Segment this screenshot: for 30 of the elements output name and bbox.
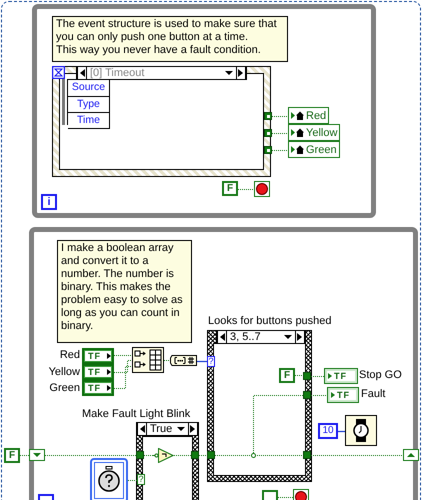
case-structure-label: Looks for buttons pushed	[208, 315, 332, 327]
boolean-indicator: TF	[327, 387, 359, 403]
false-constant: F	[222, 181, 238, 196]
indicator-label: Fault	[361, 388, 386, 400]
local-variable[interactable]: Yellow	[288, 124, 340, 141]
selector-terminal: ?	[207, 356, 215, 367]
event-data-item[interactable]: Type	[68, 97, 110, 113]
false-constant: F	[279, 368, 295, 383]
local-variable[interactable]: Green	[288, 141, 340, 158]
false-constant: F	[4, 448, 20, 463]
control-label: Yellow	[48, 366, 80, 378]
local-variable[interactable]: Red	[288, 107, 330, 124]
event-data-item[interactable]: Time	[68, 113, 110, 129]
case-selector[interactable]: 3, 5..7	[216, 330, 306, 344]
control-label: Red	[58, 349, 80, 361]
case-selector[interactable]: True	[136, 422, 199, 436]
boolean-control[interactable]: TF	[82, 348, 114, 364]
boolean-indicator: TF	[324, 368, 358, 384]
control-label: Green	[48, 382, 80, 394]
boolean-control[interactable]: TF	[82, 364, 114, 380]
case-structure-label: Make Fault Light Blink	[82, 408, 190, 420]
case-selector[interactable]: [0] Timeout	[76, 66, 247, 80]
numeric-constant: 10	[318, 423, 338, 439]
comment-text: I make a boolean array and convert it to a number. The number is binary. This makes the problem easy to solve as long as you can count in binary.	[57, 240, 192, 343]
iteration-terminal: i	[41, 194, 57, 210]
indicator-label: Stop GO	[359, 369, 402, 381]
event-data-item[interactable]: Source	[68, 79, 110, 97]
boolean-control[interactable]: TF	[82, 380, 114, 396]
comment-text: The event structure is used to make sure that you can only push one button at a time. This way you never have a fault condition.	[52, 16, 288, 62]
selector-terminal: ?	[137, 474, 145, 485]
